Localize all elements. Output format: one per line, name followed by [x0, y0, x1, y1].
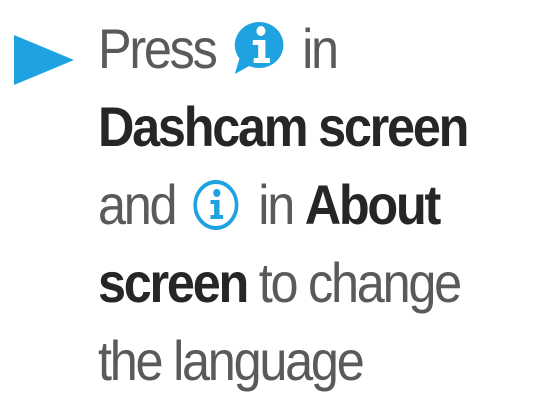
in-label-2: in: [258, 173, 295, 236]
instruction-line-2: Dashcam screen: [98, 88, 485, 166]
info-speech-bubble-icon: [231, 20, 285, 78]
instruction-line-4: screen to change: [98, 244, 485, 322]
instruction-step: Press in Dashcam screen and in About scr…: [0, 0, 536, 409]
info-circle-outline-icon: [193, 179, 240, 231]
screen-label: screen: [98, 251, 249, 314]
instruction-line-3: and in About: [98, 166, 485, 244]
in-label-1: in: [302, 17, 339, 80]
right-triangle-arrow-icon: [14, 35, 74, 85]
instruction-line-1: Press in: [98, 10, 485, 88]
to-change-label: to change: [258, 251, 462, 314]
the-language-label: the language: [98, 329, 365, 392]
instruction-line-5: the language: [98, 322, 485, 400]
about-label: About: [304, 173, 442, 236]
and-label: and: [98, 173, 178, 236]
dashcam-screen-label: Dashcam screen: [98, 95, 469, 158]
press-label: Press: [98, 17, 218, 80]
instruction-text: Press in Dashcam screen and in About scr…: [98, 10, 485, 400]
